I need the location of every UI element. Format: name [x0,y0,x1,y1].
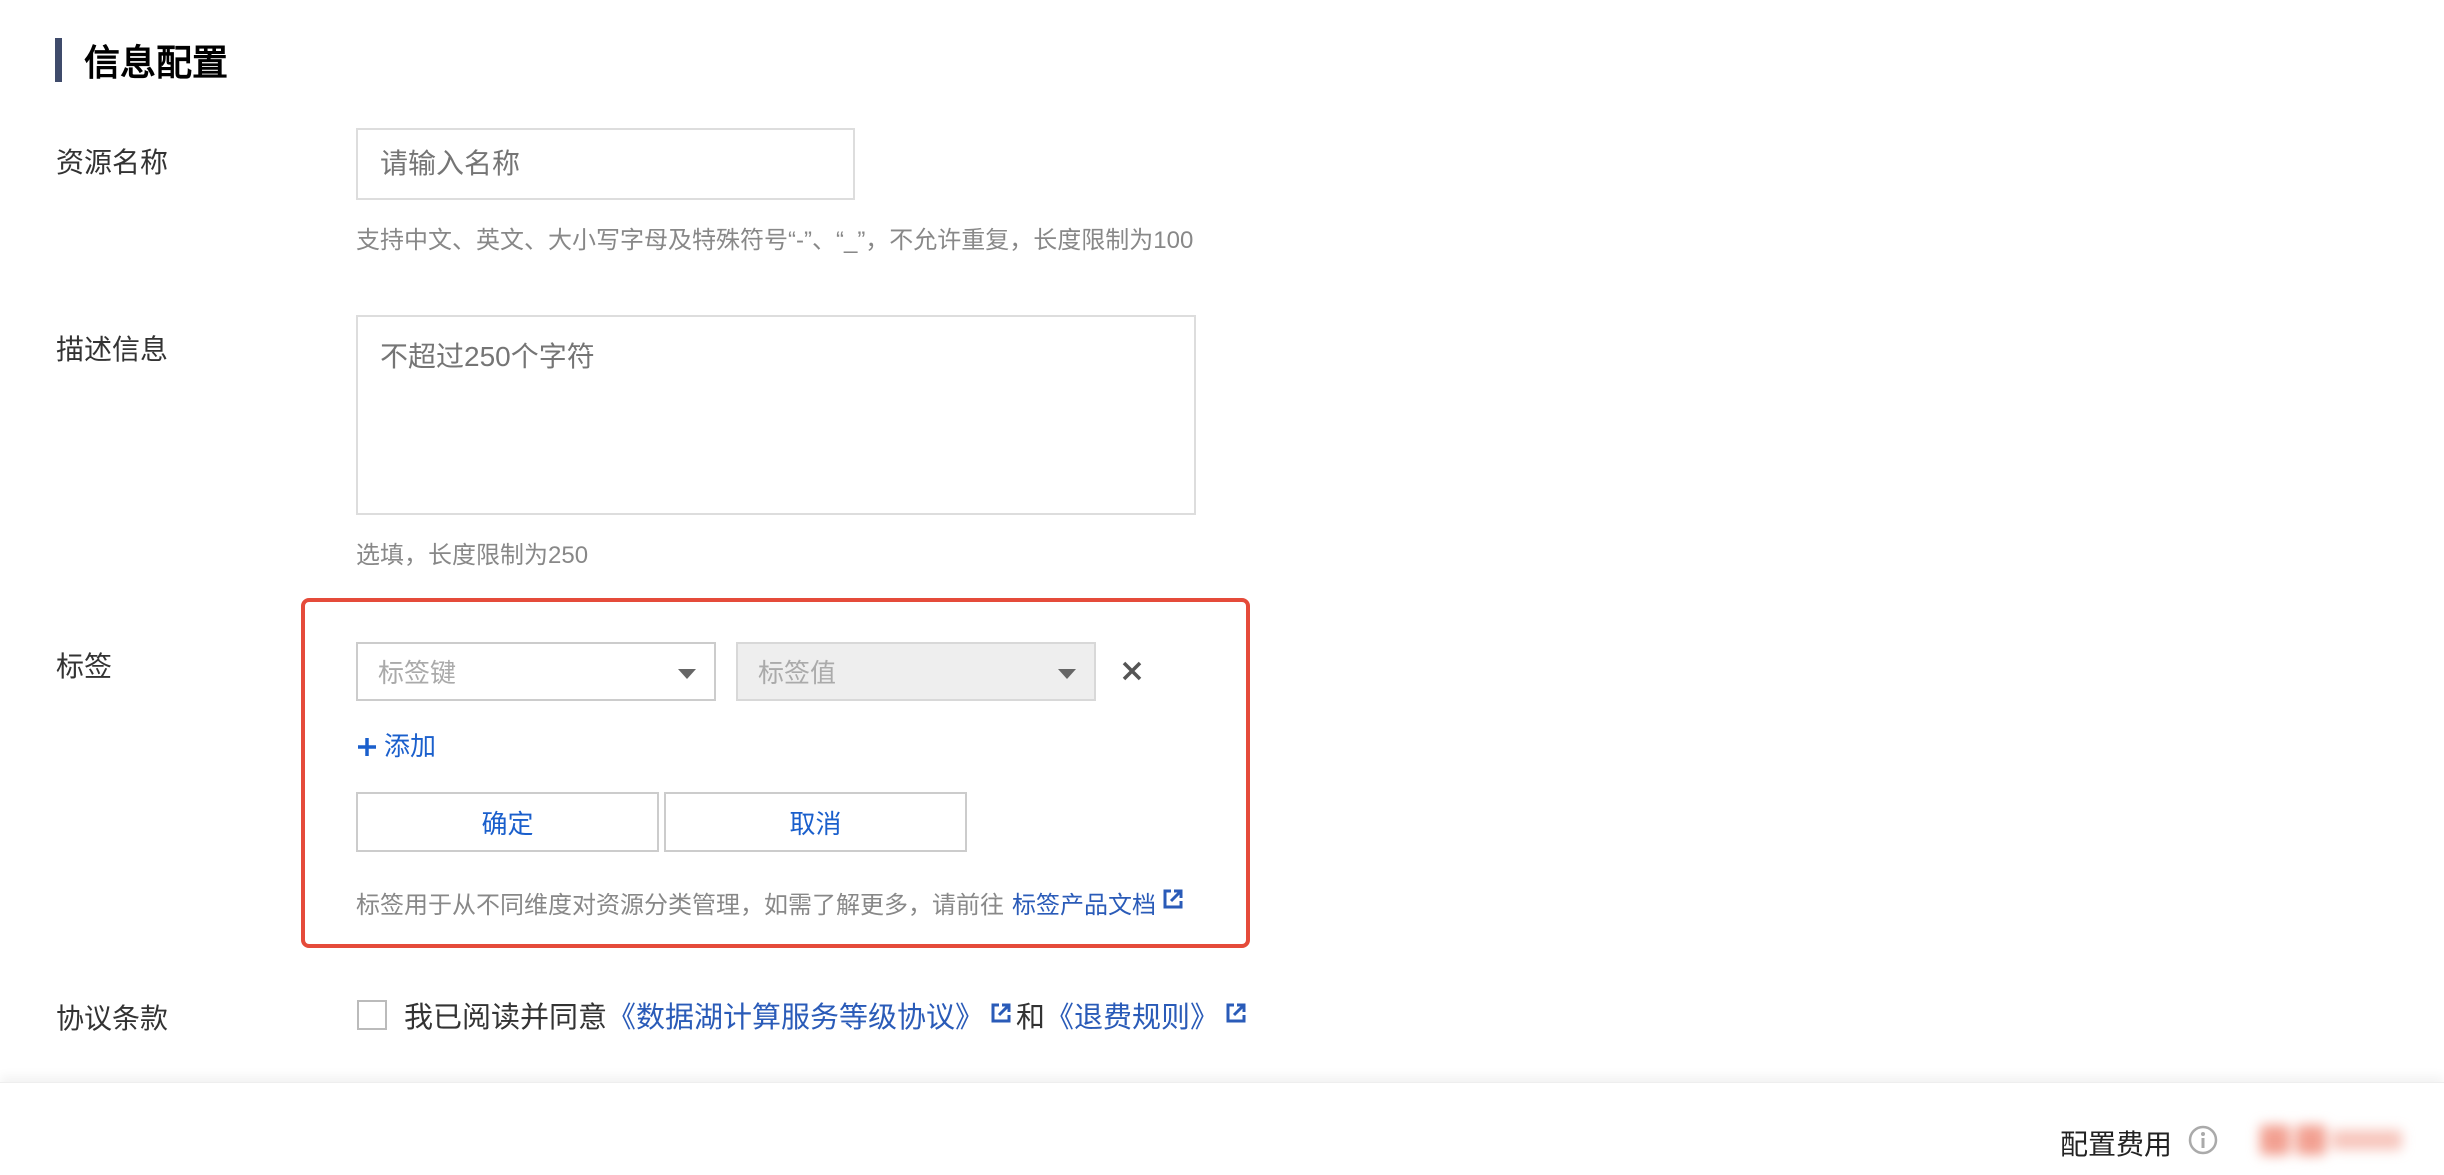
tags-label: 标签 [56,651,113,682]
resource-name-input[interactable] [356,128,855,200]
info-icon[interactable] [2187,1124,2219,1156]
confirm-button[interactable]: 确定 [356,792,659,852]
resource-name-label: 资源名称 [56,147,169,178]
cancel-button[interactable]: 取消 [664,792,967,852]
chevron-down-icon [1058,669,1076,679]
agreement-label: 协议条款 [56,1003,169,1034]
section-title: 信息配置 [84,42,229,83]
description-label: 描述信息 [56,334,169,365]
section-header: 信息配置 [55,38,228,83]
agreement-prefix: 我已阅读并同意 [404,1002,608,1034]
agreement-text: 我已阅读并同意 《数据湖计算服务等级协议》 和 《退费规则》 [404,994,1247,1036]
sla-link[interactable]: 《数据湖计算服务等级协议》 [607,994,984,1036]
tag-key-placeholder: 标签键 [378,658,457,688]
tag-value-placeholder: 标签值 [758,658,837,688]
fee-value-blurred [2260,1115,2440,1165]
tag-key-select[interactable]: 标签键 [356,642,716,701]
tags-hint: 标签用于从不同维度对资源分类管理，如需了解更多，请前往 标签产品文档 [356,885,1184,920]
resource-name-hint: 支持中文、英文、大小写字母及特殊符号“-”、“_”，不允许重复，长度限制为100 [356,227,1194,254]
fee-label: 配置费用 [2060,1129,2173,1160]
agreement-conjunction: 和 [1016,1002,1046,1034]
footer-bar: 配置费用 [0,1082,2444,1175]
add-tag-label: 添加 [384,731,437,761]
description-textarea[interactable] [356,315,1196,515]
chevron-down-icon [678,669,696,679]
add-tag-button[interactable]: 添加 [356,726,436,763]
external-link-icon[interactable] [1225,999,1247,1032]
agreement-checkbox[interactable] [357,1000,387,1030]
tag-doc-link[interactable]: 标签产品文档 [1012,885,1156,920]
tags-hint-text: 标签用于从不同维度对资源分类管理，如需了解更多，请前往 [356,892,1004,919]
section-accent-bar [55,38,62,82]
external-link-icon[interactable] [990,999,1012,1032]
close-icon[interactable] [1120,659,1144,683]
tag-value-select: 标签值 [736,642,1096,701]
external-link-icon[interactable] [1162,888,1184,917]
description-hint: 选填，长度限制为250 [356,542,589,569]
plus-icon [356,734,378,756]
refund-link[interactable]: 《退费规则》 [1045,994,1219,1036]
